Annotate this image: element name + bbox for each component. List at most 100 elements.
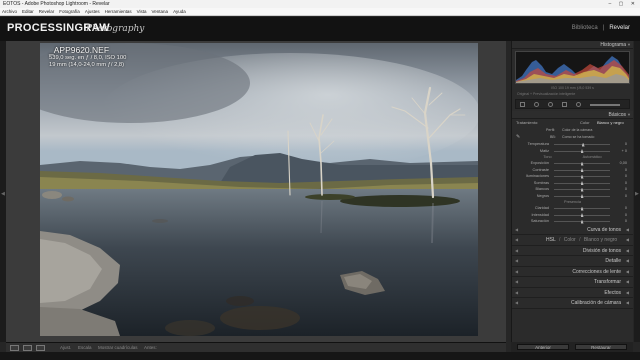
tone-slider-knob[interactable] [580,161,584,166]
tone-curve-title: Curva de tonos [587,226,621,233]
previous-button[interactable]: Anterior [517,344,569,350]
before-after-icon[interactable] [23,345,32,351]
tone-slider-track[interactable] [554,168,610,172]
wb-value[interactable]: Como se ha tomado [562,134,594,141]
menu-herramientas[interactable]: Herramientas [105,8,132,15]
window-controls[interactable]: – ▢ ✕ [609,0,638,8]
expand-triangle-icon[interactable]: ◀ [626,225,629,236]
wb-slider-track[interactable] [554,149,610,153]
histogram-graph[interactable] [515,51,630,84]
bottom-toolbar: Ajust. Escala Mostrar cuadrículas Antes: [6,342,506,352]
presence-slider-track[interactable] [554,213,610,217]
expand-triangle-icon[interactable]: ◀ [626,298,629,309]
treatment-row: Tratamiento: Color Blanco y negro [512,119,633,127]
histogram-header[interactable]: Histograma ▼ [512,41,633,49]
section-header-collapsed[interactable]: ◀ Calibración de cámara ◀ [512,298,633,309]
wb-slider-value[interactable]: + 0 [622,148,627,155]
presence-slider-track[interactable] [554,206,610,211]
tone-slider-knob[interactable] [580,187,584,192]
expand-triangle-icon[interactable]: ◀ [626,277,629,288]
section-header-collapsed[interactable]: ◀ División de tonos ◀ [512,246,633,257]
tone-slider-track[interactable] [554,174,610,179]
profile-row: Perfil: Color de la cámara [512,127,633,134]
tone-slider-knob[interactable] [580,181,584,185]
collapse-triangle-icon[interactable]: ▼ [627,111,631,119]
tone-slider-knob[interactable] [580,174,584,179]
section-header-collapsed[interactable]: ◀ Transformar ◀ [512,277,633,288]
photo-exposure: 539,0 seg. en ƒ / 8,0, ISO 100 [49,55,127,61]
bw-tab[interactable]: Blanco y negro [584,237,617,243]
tone-slider-knob[interactable] [580,168,584,172]
photo-filename: _APP9620.NEF [49,45,110,55]
smart-preview-status[interactable]: Original + Previsualización inteligente [512,91,633,97]
logo-main-text: PROCESSING [7,22,84,34]
hsl-header[interactable]: ◀ HSL / Color / Blanco y negro ◀ [512,235,633,246]
module-develop[interactable]: Revelar [609,25,630,31]
graduated-filter-icon[interactable] [562,102,567,107]
loupe-view-icon[interactable] [10,345,19,351]
tone-slider-track[interactable] [554,181,610,185]
presence-slider-track[interactable] [554,219,610,224]
red-eye-icon[interactable] [548,102,553,107]
menu-archivo[interactable]: Archivo [2,8,17,15]
panel-buttons: Anterior Restaurar [511,342,633,352]
color-tab[interactable]: Color [564,237,576,243]
section-title: Transformar [593,279,621,285]
expand-triangle-icon[interactable]: ◀ [626,267,629,278]
menu-ajustes[interactable]: Ajustes [85,8,100,15]
expand-left-icon[interactable]: ◀ [1,191,5,197]
expand-triangle-icon[interactable]: ◀ [626,246,629,257]
section-title: Calibración de cámara [570,300,621,306]
tone-slider-label: Negros [536,193,549,198]
menu-fotografia[interactable]: Fotografía [59,8,80,15]
expand-triangle-icon[interactable]: ◀ [626,235,629,246]
presence-slider-knob[interactable] [580,213,584,217]
collapse-right-icon[interactable]: ▶ [635,191,639,197]
basic-header[interactable]: Básicos ▼ [512,111,633,119]
expand-triangle-icon[interactable]: ◀ [626,288,629,299]
tone-auto-button[interactable]: Automático [583,155,602,159]
section-header-collapsed[interactable]: ◀ Detalle ◀ [512,256,633,267]
wb-slider-row: Matiz + 0 [512,148,633,155]
wb-slider-track[interactable] [554,142,610,147]
photo-info-overlay: _APP9620.NEF 539,0 seg. en ƒ / 8,0, ISO … [49,46,126,69]
module-library[interactable]: Biblioteca [572,25,598,31]
tone-slider-track[interactable] [554,187,610,192]
spot-removal-icon[interactable] [534,102,539,107]
section-header-collapsed[interactable]: ◀ Correcciones de lente ◀ [512,267,633,278]
wb-slider-knob[interactable] [581,142,585,147]
photo-preview[interactable]: _APP9620.NEF 539,0 seg. en ƒ / 8,0, ISO … [40,43,478,336]
radial-filter-icon[interactable] [576,102,581,107]
treatment-color[interactable]: Color [580,119,590,127]
collapse-triangle-icon[interactable]: ▼ [627,41,631,49]
menu-ayuda[interactable]: Ayuda [173,8,186,15]
compare-icon[interactable] [36,345,45,351]
presence-slider-knob[interactable] [580,219,584,224]
profile-value[interactable]: Color de la cámara [562,127,592,134]
presence-slider-knob[interactable] [580,206,584,211]
menu-vista[interactable]: Vista [137,8,147,15]
tone-curve-header[interactable]: ◀ Curva de tonos ◀ [512,225,633,236]
tone-slider-knob[interactable] [580,194,584,198]
reset-button[interactable]: Restaurar [575,344,627,350]
right-panel-edge[interactable]: ▶ [634,41,640,342]
white-balance-row: ✎ BB: Como se ha tomado [512,134,633,141]
hsl-tab[interactable]: HSL [546,237,556,243]
develop-right-panel: Histograma ▼ ISO 100 19 mm ƒ/8,0 539 s O… [511,41,633,352]
section-header-collapsed[interactable]: ◀ Efectos ◀ [512,288,633,299]
tone-slider-track[interactable] [554,194,610,198]
tool-strip [515,99,630,109]
menu-ventana[interactable]: Ventana [152,8,169,15]
expand-left-triangle-icon: ◀ [515,247,519,253]
expand-triangle-icon[interactable]: ◀ [626,256,629,267]
filmstrip-bar [0,352,640,360]
wb-slider-knob[interactable] [580,149,584,153]
tone-slider-track[interactable] [554,161,610,166]
wb-picker-icon[interactable]: ✎ [516,134,520,141]
adjustment-brush-icon[interactable] [590,104,620,106]
crop-tool-icon[interactable] [520,102,525,107]
treatment-bw[interactable]: Blanco y negro [597,119,624,127]
menu-revelar[interactable]: Revelar [39,8,55,15]
tone-slider-value[interactable]: 0 [625,193,627,200]
menu-editar[interactable]: Editar [22,8,34,15]
